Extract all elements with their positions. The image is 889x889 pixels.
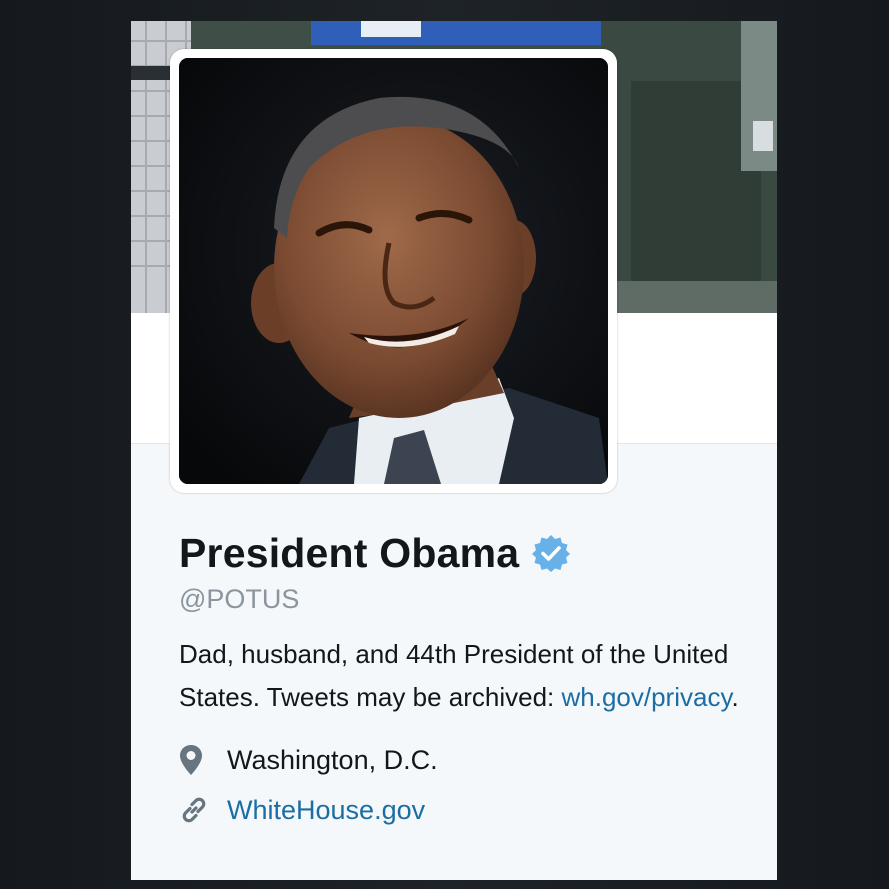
profile-bio: Dad, husband, and 44th President of the … (179, 633, 759, 719)
location-text: Washington, D.C. (227, 744, 438, 775)
bio-end: . (731, 682, 739, 712)
bio-link[interactable]: wh.gov/privacy (561, 682, 731, 712)
profile-card: President Obama @POTUS Dad, husband, and… (131, 21, 777, 880)
profile-location: Washington, D.C. (179, 739, 759, 781)
profile-handle[interactable]: @POTUS (179, 584, 759, 615)
profile-info: President Obama @POTUS Dad, husband, and… (179, 526, 759, 831)
avatar-frame (170, 49, 617, 493)
profile-website: WhiteHouse.gov (179, 789, 759, 831)
profile-name[interactable]: President Obama (179, 530, 519, 577)
avatar[interactable] (179, 58, 608, 484)
name-row: President Obama (179, 526, 759, 580)
website-link[interactable]: WhiteHouse.gov (227, 795, 425, 826)
link-icon (179, 793, 217, 827)
verified-badge-icon (531, 533, 571, 573)
map-pin-icon (179, 743, 217, 777)
